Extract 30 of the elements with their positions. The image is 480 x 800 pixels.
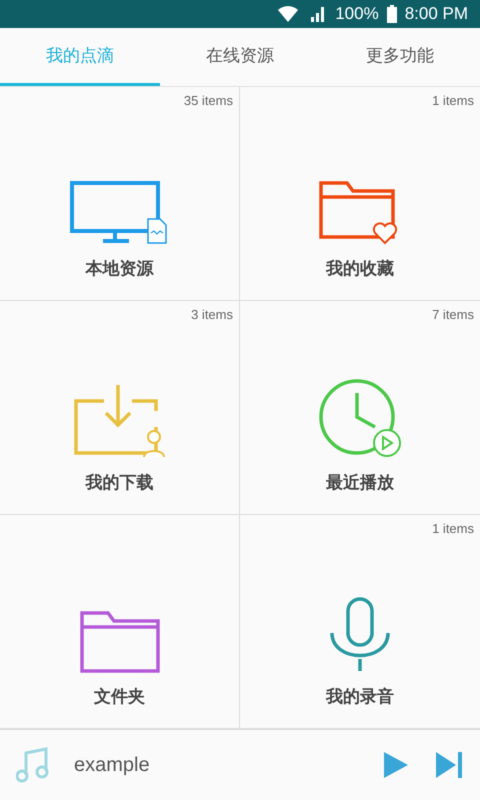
category-tile[interactable]: 7 items 最近播放 — [240, 301, 480, 515]
battery-icon — [386, 5, 397, 23]
microphone-icon — [328, 597, 392, 673]
category-tile[interactable]: 3 items 我的下载 — [0, 301, 240, 515]
download-icon — [74, 383, 166, 459]
tab[interactable]: 更多功能 — [320, 28, 480, 86]
item-count: 35 items — [184, 93, 233, 108]
wifi-icon — [277, 4, 300, 24]
tile-label: 我的收藏 — [326, 258, 394, 280]
tile-label: 文件夹 — [94, 686, 145, 708]
battery-percentage: 100% — [335, 4, 379, 24]
category-tile[interactable]: 35 items 本地资源 — [0, 87, 240, 301]
item-count: 3 items — [191, 307, 233, 322]
tile-label: 本地资源 — [86, 258, 154, 280]
clock-time: 8:00 PM — [404, 4, 468, 24]
play-button[interactable] — [382, 750, 410, 780]
item-count: 1 items — [432, 93, 474, 108]
tab[interactable]: 在线资源 — [160, 28, 320, 86]
tile-label: 我的下载 — [86, 472, 154, 494]
music-note-icon — [16, 747, 50, 783]
track-title: example — [74, 754, 151, 776]
category-tile[interactable]: 1 items 我的收藏 — [240, 87, 480, 301]
item-count: 7 items — [432, 307, 474, 322]
monitor-icon — [70, 181, 170, 245]
folder-icon — [80, 609, 160, 673]
clock-icon — [317, 379, 403, 459]
tile-label: 我的录音 — [326, 686, 394, 708]
item-count: 1 items — [432, 521, 474, 536]
tile-label: 最近播放 — [326, 472, 394, 494]
next-button[interactable] — [434, 750, 464, 780]
